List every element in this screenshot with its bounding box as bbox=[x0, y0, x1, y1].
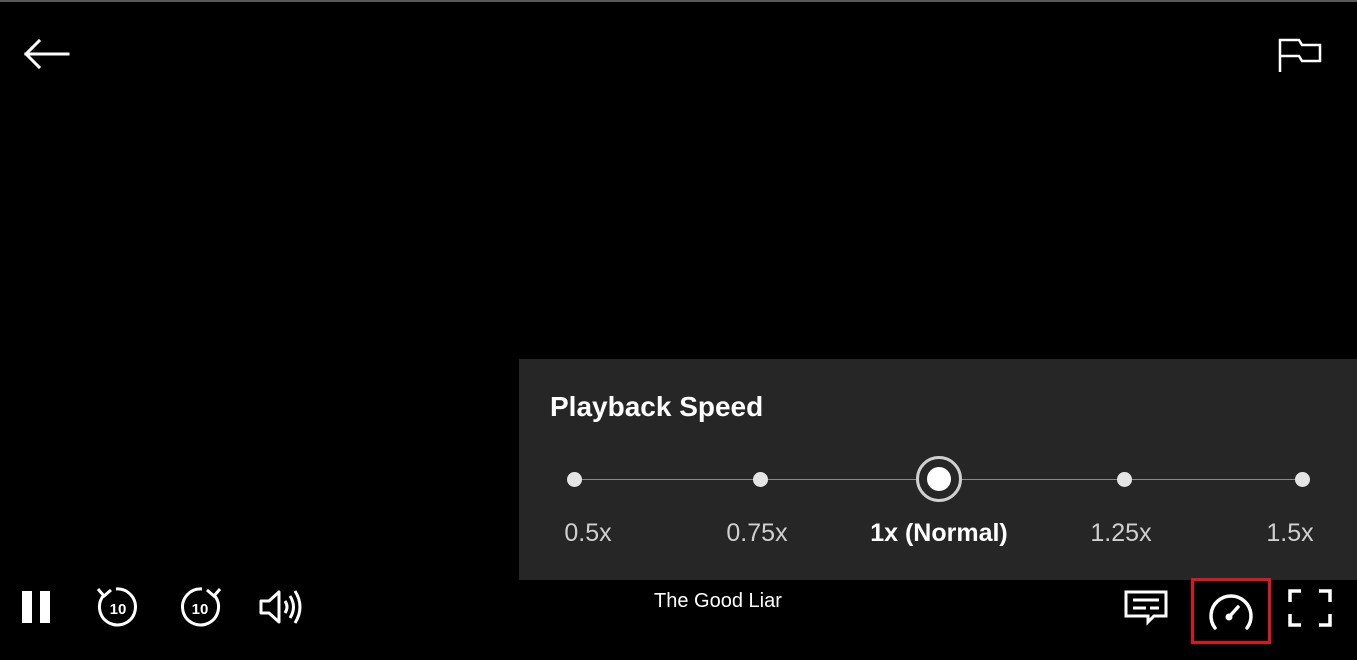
volume-button[interactable] bbox=[256, 586, 308, 628]
pause-button[interactable] bbox=[18, 586, 54, 628]
forward-seconds-label: 10 bbox=[192, 601, 209, 618]
playback-speed-title: Playback Speed bbox=[550, 391, 764, 422]
rewind-10-button[interactable]: 10 bbox=[94, 583, 142, 631]
speed-option-0-5x-dot[interactable] bbox=[566, 471, 582, 487]
speed-option-label[interactable]: 1.25x bbox=[1090, 519, 1151, 548]
report-problem-button[interactable] bbox=[1274, 34, 1326, 76]
arrow-left-icon bbox=[23, 39, 70, 69]
rewind-10-icon: 10 bbox=[96, 587, 137, 627]
speed-option-label[interactable]: 0.75x bbox=[726, 519, 787, 548]
speed-option-1x-normal-dot[interactable] bbox=[916, 456, 962, 502]
forward-10-icon: 10 bbox=[181, 587, 222, 627]
rewind-seconds-label: 10 bbox=[110, 601, 127, 618]
back-button[interactable] bbox=[20, 34, 72, 74]
fullscreen-button[interactable] bbox=[1284, 586, 1336, 630]
subtitles-button[interactable] bbox=[1120, 586, 1172, 630]
speed-option-1-5x-dot[interactable] bbox=[1294, 471, 1310, 487]
speed-option-0-75x-dot[interactable] bbox=[752, 471, 768, 487]
video-title: The Good Liar bbox=[654, 590, 782, 612]
speed-option-label[interactable]: 0.5x bbox=[564, 519, 611, 548]
volume-icon bbox=[259, 590, 302, 624]
speed-option-label[interactable]: 1x (Normal) bbox=[870, 519, 1008, 548]
playback-speed-button[interactable] bbox=[1191, 578, 1271, 644]
speed-option-label[interactable]: 1.5x bbox=[1266, 519, 1313, 548]
speed-option-1-25x-dot[interactable] bbox=[1116, 471, 1132, 487]
fullscreen-icon bbox=[1288, 589, 1332, 627]
speedometer-icon bbox=[1209, 594, 1253, 630]
subtitles-icon bbox=[1124, 590, 1168, 626]
video-player[interactable]: Playback Speed 0.5x 0.75x 1x (Normal) 1.25x… bbox=[0, 0, 1357, 660]
playback-speed-panel: Playback Speed 0.5x 0.75x 1x (Normal) 1.25x… bbox=[519, 359, 1357, 580]
forward-10-button[interactable]: 10 bbox=[176, 583, 224, 631]
pause-icon bbox=[22, 591, 50, 623]
flag-icon bbox=[1278, 38, 1322, 72]
